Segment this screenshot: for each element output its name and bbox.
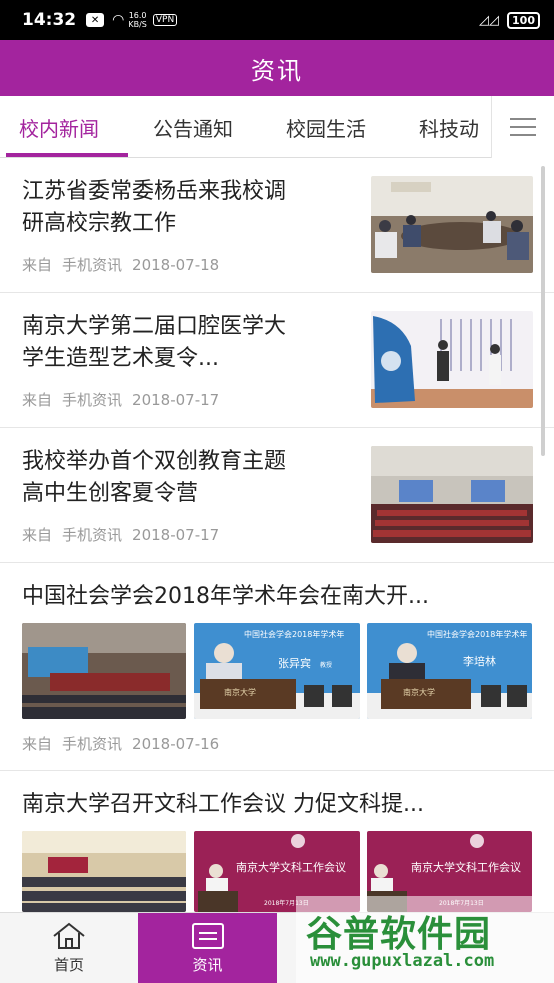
tab-campus-life[interactable]: 校园生活: [286, 96, 366, 157]
news-item[interactable]: 南京大学召开文科工作会议 力促文科提... 南京大学文科工作会议 2018年7月…: [0, 771, 554, 912]
news-meta: 来自 手机资讯 2018-07-17: [22, 391, 220, 409]
news-image-1: [22, 623, 186, 719]
page-title: 资讯: [251, 56, 303, 85]
news-meta: 来自 手机资讯 2018-07-16: [22, 735, 220, 753]
home-icon: [51, 922, 87, 950]
signal-icon: ◿◿: [479, 12, 500, 28]
svg-text:南京大学文科工作会议: 南京大学文科工作会议: [236, 860, 346, 874]
news-icon: [190, 922, 226, 950]
watermark-url: www.gupuxlazal.com: [310, 951, 495, 971]
news-title: 南京大学第二届口腔医学大 学生造型艺术夏令...: [22, 314, 287, 371]
news-item[interactable]: 中国社会学会2018年学术年会在南大开... 中国社会学会2018年学术年 张异…: [0, 563, 554, 771]
news-item[interactable]: 江苏省委常委杨岳来我校调 研高校宗教工作 来自 手机资讯 2018-07-18: [0, 158, 554, 293]
nav-home-label: 首页: [53, 956, 84, 974]
svg-text:南京大学文科工作会议: 南京大学文科工作会议: [411, 860, 521, 874]
news-thumbnail: [371, 311, 533, 408]
svg-text:教授: 教授: [320, 661, 332, 669]
news-meta: 来自 手机资讯 2018-07-17: [22, 526, 220, 544]
vpn-badge: VPN: [152, 14, 178, 26]
battery-icon: 100: [507, 11, 540, 29]
active-tab-indicator: [6, 153, 128, 157]
category-tabs: 校内新闻 公告通知 校园生活 科技动: [0, 96, 554, 158]
news-title: 南京大学召开文科工作会议 力促文科提...: [22, 792, 424, 817]
news-meta: 来自 手机资讯 2018-07-18: [22, 256, 220, 274]
svg-text:南京大学: 南京大学: [224, 687, 256, 697]
svg-text:李培林: 李培林: [463, 654, 496, 668]
list-scrollbar[interactable]: [541, 166, 545, 456]
svg-text:中国社会学会2018年学术年: 中国社会学会2018年学术年: [427, 629, 527, 639]
app-header: 资讯: [0, 40, 554, 96]
news-title: 江苏省委常委杨岳来我校调 研高校宗教工作: [22, 179, 287, 236]
tab-tech[interactable]: 科技动: [419, 96, 479, 157]
news-title: 中国社会学会2018年学术年会在南大开...: [22, 584, 429, 609]
nav-news[interactable]: 资讯: [138, 913, 277, 983]
news-item[interactable]: 南京大学第二届口腔医学大 学生造型艺术夏令... 来自 手机资讯 2018-07-17: [0, 293, 554, 428]
status-time: 14:32: [22, 10, 77, 30]
news-thumbnail: [371, 446, 533, 543]
news-image-2: 中国社会学会2018年学术年 张异宾 教授 南京大学: [194, 623, 360, 719]
watermark-logo-text: 谷普软件园: [306, 914, 492, 955]
news-image-3: 中国社会学会2018年学术年 李培林 南京大学: [367, 623, 532, 719]
svg-text:张异宾: 张异宾: [278, 656, 311, 670]
tabs-menu-button[interactable]: [491, 96, 554, 158]
nav-home[interactable]: 首页: [0, 913, 138, 983]
nav-news-label: 资讯: [192, 956, 223, 974]
wifi-icon: ◠: [112, 12, 125, 28]
svg-text:南京大学: 南京大学: [403, 687, 435, 697]
tab-announcements[interactable]: 公告通知: [153, 96, 233, 157]
tab-campus-news[interactable]: 校内新闻: [19, 96, 99, 157]
news-thumbnail: [371, 176, 533, 273]
status-bar: 14:32 ✕ ◠ 16.0 KB/S VPN ◿◿ 100: [0, 0, 554, 40]
notification-icon: ✕: [86, 13, 105, 27]
news-image-1: [22, 831, 186, 912]
news-title: 我校举办首个双创教育主题 高中生创客夏令营: [22, 449, 287, 506]
news-item[interactable]: 我校举办首个双创教育主题 高中生创客夏令营 来自 手机资讯 2018-07-17: [0, 428, 554, 563]
net-speed: 16.0 KB/S: [128, 11, 147, 29]
svg-text:中国社会学会2018年学术年: 中国社会学会2018年学术年: [244, 629, 344, 639]
